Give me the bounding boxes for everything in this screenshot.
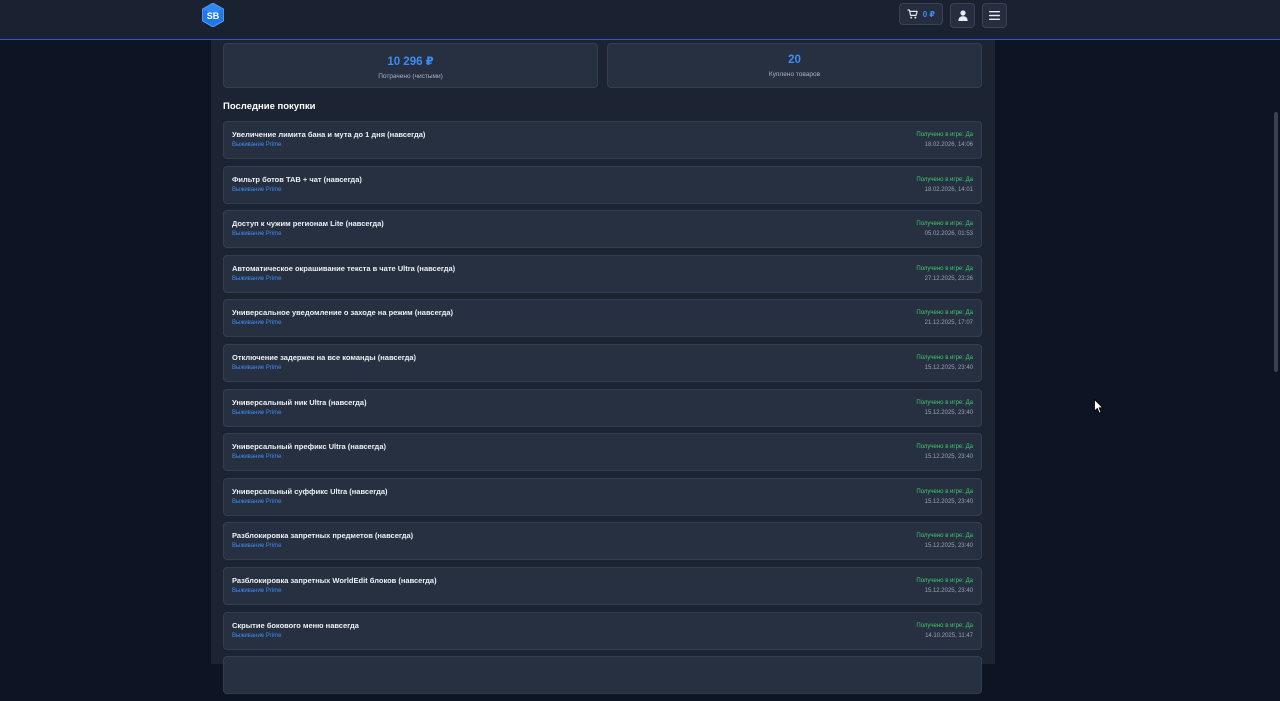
purchase-item[interactable]: Универсальный суффикс Ultra (навсегда) В… xyxy=(223,477,982,516)
purchase-status: Получено в игре: Да xyxy=(916,577,973,584)
purchase-status: Получено в игре: Да xyxy=(916,132,973,138)
purchase-server: Выживание Prime xyxy=(232,632,282,639)
purchase-server: Выживание Prime xyxy=(232,543,282,550)
purchase-list: Увеличение лимита бана и мута до 1 дня (… xyxy=(223,121,982,701)
menu-icon xyxy=(989,11,1000,20)
logo-icon: SB xyxy=(202,3,224,27)
purchase-date: 21.12.2025, 17:07 xyxy=(924,320,973,327)
stat-spent-value: 10 296 ₽ xyxy=(387,56,434,68)
purchase-title: Универсальное уведомление о заходе на ре… xyxy=(232,308,454,318)
purchase-date: 27.12.2025, 23:26 xyxy=(924,275,973,282)
purchase-date: 05.02.2026, 01:53 xyxy=(924,231,973,238)
purchase-server: Выживание Prime xyxy=(232,275,282,282)
purchase-date: 15.12.2025, 23:40 xyxy=(924,587,973,594)
stat-spent-label: Потрачено (чистыми) xyxy=(378,73,443,80)
purchase-title: Универсальный ник Ultra (навсегда) xyxy=(232,397,367,407)
stats-row: 10 296 ₽ Потрачено (чистыми) 20 Куплено … xyxy=(223,43,982,88)
user-icon xyxy=(957,10,968,21)
purchase-date: 15.12.2025, 23:40 xyxy=(924,543,973,550)
purchase-date: 15.12.2025, 23:40 xyxy=(924,364,973,371)
stat-items-label: Куплено товаров xyxy=(768,71,821,78)
purchase-date: 15.12.2025, 23:40 xyxy=(924,454,973,461)
purchase-server: Выживание Prime xyxy=(232,186,282,193)
purchase-title: Доступ к чужим регионам Lite (навсегда) xyxy=(232,219,384,229)
purchase-status: Получено в игре: Да xyxy=(916,176,973,183)
purchase-server: Выживание Prime xyxy=(232,587,282,594)
top-navbar: SB 0 ₽ xyxy=(0,0,1280,40)
purchase-status: Получено в игре: Да xyxy=(916,399,973,406)
purchase-item[interactable]: Скрытие бокового меню навсегда Выживание… xyxy=(223,611,982,650)
purchase-server: Выживание Prime xyxy=(232,364,282,371)
menu-button[interactable] xyxy=(982,3,1007,28)
purchase-item[interactable]: Увеличение лимита бана и мута до 1 дня (… xyxy=(223,121,982,159)
purchase-item[interactable]: Разблокировка запретных предметов (навсе… xyxy=(223,522,982,561)
purchase-server: Выживание Prime xyxy=(232,231,282,238)
page-scrollbar[interactable] xyxy=(1274,112,1278,372)
purchase-item[interactable]: Универсальное уведомление о заходе на ре… xyxy=(223,299,982,338)
stat-items-card: 20 Куплено товаров xyxy=(607,43,982,88)
purchase-date: 18.02.2026, 14:01 xyxy=(924,186,973,193)
purchase-title: Разблокировка запретных предметов (навсе… xyxy=(232,531,414,541)
purchase-server: Выживание Prime xyxy=(232,142,282,148)
purchase-status: Получено в игре: Да xyxy=(916,533,973,540)
purchase-title: Увеличение лимита бана и мута до 1 дня (… xyxy=(232,130,426,139)
purchase-status: Получено в игре: Да xyxy=(916,221,973,228)
profile-content: 10 296 ₽ Потрачено (чистыми) 20 Куплено … xyxy=(211,40,995,695)
purchase-item[interactable]: Универсальный префикс Ultra (навсегда) В… xyxy=(223,433,982,472)
purchase-server: Выживание Prime xyxy=(232,498,282,505)
profile-button[interactable] xyxy=(950,3,975,28)
purchase-date: 15.12.2025, 23:40 xyxy=(924,409,973,416)
purchase-server: Выживание Prime xyxy=(232,409,282,416)
site-logo[interactable]: SB xyxy=(202,3,224,27)
purchase-title: Разблокировка запретных WorldEdit блоков… xyxy=(232,575,437,585)
stat-items-value: 20 xyxy=(788,54,801,66)
purchase-status: Получено в игре: Да xyxy=(916,354,973,361)
purchase-status: Получено в игре: Да xyxy=(916,622,973,629)
purchase-status: Получено в игре: Да xyxy=(916,488,973,495)
purchase-date: 15.12.2025, 23:40 xyxy=(924,498,973,505)
purchase-title: Универсальный префикс Ultra (навсегда) xyxy=(232,442,386,452)
cart-button[interactable]: 0 ₽ xyxy=(898,3,943,25)
recent-purchases-title: Последние покупки xyxy=(223,101,316,112)
cart-amount: 0 ₽ xyxy=(922,9,935,19)
purchase-server: Выживание Prime xyxy=(232,320,282,327)
purchase-status: Получено в игре: Да xyxy=(916,310,973,317)
purchase-date: 18.02.2026, 14:06 xyxy=(924,142,973,148)
logo-text: SB xyxy=(207,11,220,21)
cart-icon xyxy=(907,9,918,19)
purchase-title: Автоматическое окрашивание текста в чате… xyxy=(232,263,456,273)
purchase-title: Скрытие бокового меню навсегда xyxy=(232,620,359,630)
stat-spent-card: 10 296 ₽ Потрачено (чистыми) xyxy=(223,43,598,88)
purchase-title: Отключение задержек на все команды (навс… xyxy=(232,352,417,362)
purchase-status: Получено в игре: Да xyxy=(916,265,973,272)
purchase-title: Универсальный суффикс Ultra (навсегда) xyxy=(232,486,388,496)
header-actions: 0 ₽ xyxy=(898,3,1007,28)
purchase-item[interactable]: Фильтр ботов TAB + чат (навсегда) Выжива… xyxy=(223,165,982,204)
purchase-title: Фильтр ботов TAB + чат (навсегда) xyxy=(232,174,362,184)
purchase-date: 14.10.2025, 11:47 xyxy=(925,632,973,639)
purchase-item[interactable]: Универсальный ник Ultra (навсегда) Выжив… xyxy=(223,388,982,427)
purchase-item[interactable]: Автоматическое окрашивание текста в чате… xyxy=(223,254,982,293)
purchase-server: Выживание Prime xyxy=(232,454,282,461)
purchase-item[interactable]: Отключение задержек на все команды (навс… xyxy=(223,343,982,382)
purchase-item[interactable]: Разблокировка запретных WorldEdit блоков… xyxy=(223,566,982,605)
purchase-item[interactable] xyxy=(223,656,982,695)
purchase-item[interactable]: Доступ к чужим регионам Lite (навсегда) … xyxy=(223,210,982,249)
mouse-cursor-icon xyxy=(1094,399,1104,414)
purchase-status: Получено в игре: Да xyxy=(916,444,973,451)
